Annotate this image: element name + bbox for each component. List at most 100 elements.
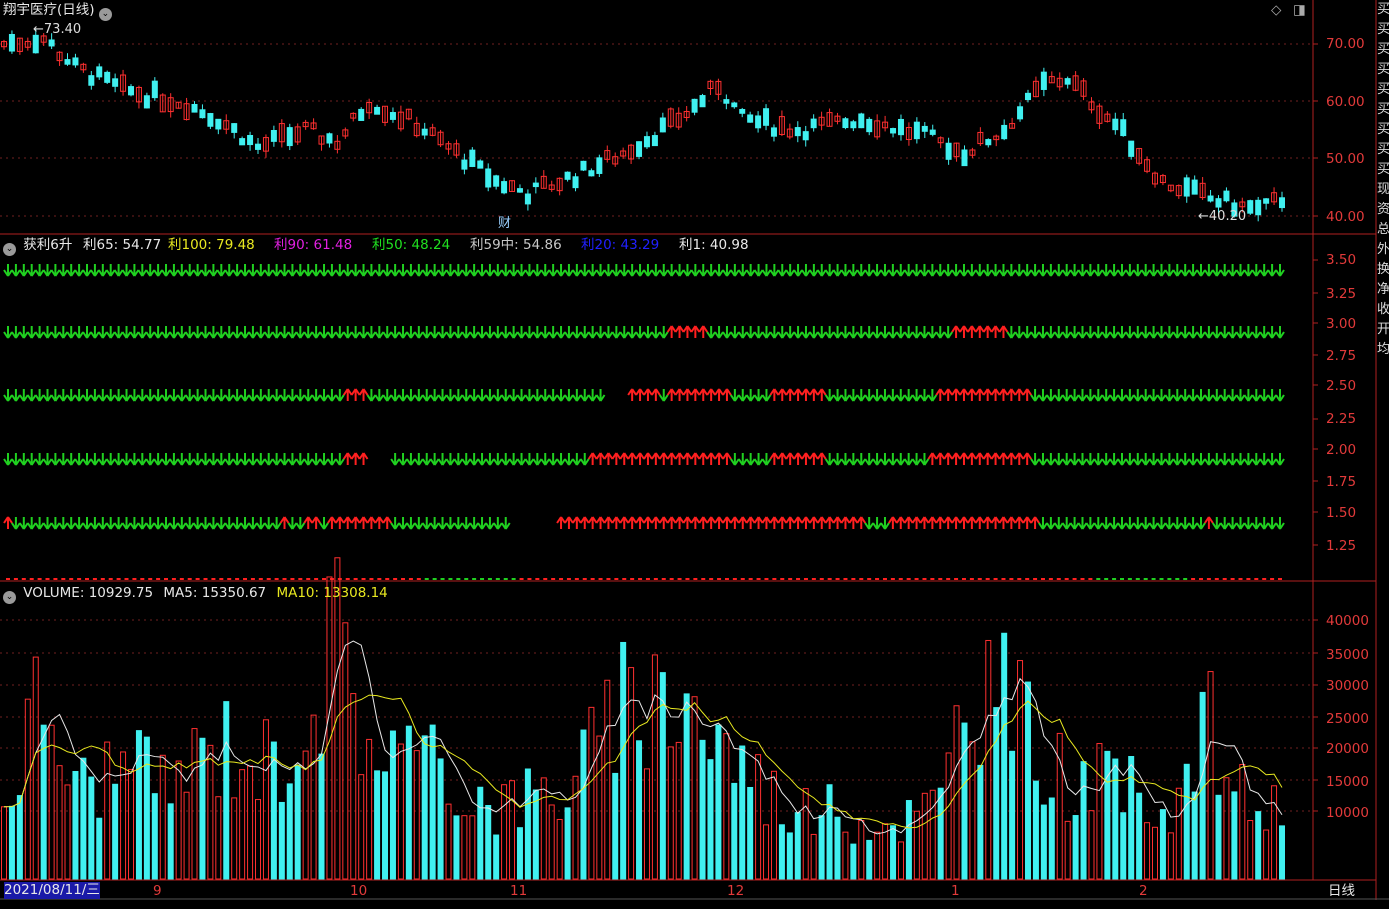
down-arrow xyxy=(824,264,835,277)
down-arrow xyxy=(1188,453,1198,466)
down-arrow xyxy=(730,453,740,466)
period-label[interactable]: 日线 xyxy=(1328,883,1355,899)
down-arrow xyxy=(11,517,21,530)
down-arrow xyxy=(97,389,108,402)
chevron-down-icon[interactable]: ⌄ xyxy=(3,591,16,604)
volume-bar xyxy=(890,825,897,880)
down-arrow xyxy=(785,326,795,339)
down-arrow xyxy=(1069,453,1080,466)
down-arrow xyxy=(1132,264,1143,277)
down-arrow xyxy=(1101,453,1112,466)
down-arrow xyxy=(548,326,558,339)
candle xyxy=(651,135,658,147)
down-arrow xyxy=(311,264,321,277)
up-arrow xyxy=(3,516,13,529)
month-label: 1 xyxy=(951,883,960,899)
volume-bar xyxy=(1024,681,1031,880)
down-arrow xyxy=(366,326,377,339)
candle xyxy=(802,131,809,141)
down-arrow xyxy=(90,264,100,277)
down-arrow xyxy=(880,389,890,402)
up-arrow xyxy=(951,325,961,338)
down-arrow xyxy=(279,389,290,402)
down-arrow xyxy=(888,326,898,339)
down-arrow xyxy=(319,326,329,339)
down-arrow xyxy=(445,326,456,339)
down-arrow xyxy=(832,453,843,466)
down-arrow xyxy=(208,389,219,402)
up-arrow xyxy=(824,516,835,529)
up-arrow xyxy=(643,388,653,401)
down-arrow xyxy=(398,389,408,402)
down-arrow xyxy=(90,326,100,339)
chevron-down-icon[interactable]: ⌄ xyxy=(98,8,112,21)
candle xyxy=(636,141,643,157)
down-arrow xyxy=(1125,517,1135,530)
up-arrow xyxy=(809,452,819,465)
down-arrow xyxy=(26,389,37,402)
side-info-strip[interactable]: 买买买买买买买买买现资总外换净收开均 xyxy=(1377,0,1389,909)
down-arrow xyxy=(1085,264,1096,277)
indicator-tick: 2.25 xyxy=(1326,411,1357,427)
down-arrow xyxy=(1148,326,1159,339)
volume-tick: 20000 xyxy=(1326,741,1369,757)
chart-canvas[interactable] xyxy=(0,0,1389,909)
volume-bar xyxy=(739,745,746,880)
down-arrow xyxy=(927,264,938,277)
down-arrow xyxy=(1204,453,1214,466)
volume-bar xyxy=(469,815,476,880)
down-arrow xyxy=(674,264,685,277)
down-arrow xyxy=(429,264,440,277)
down-arrow xyxy=(184,517,195,530)
down-arrow xyxy=(413,264,424,277)
candle xyxy=(755,115,762,129)
ma5-line xyxy=(3,640,1283,835)
volume-bar xyxy=(342,622,349,880)
down-arrow xyxy=(872,326,882,339)
down-arrow xyxy=(11,326,21,339)
down-arrow xyxy=(208,517,219,530)
volume-bar xyxy=(1017,660,1024,880)
down-arrow xyxy=(895,326,906,339)
window-toggle-icon[interactable]: ◨ xyxy=(1293,2,1306,18)
candle xyxy=(1128,140,1135,157)
indicator-header[interactable]: ⌄ 获利6升 xyxy=(3,237,72,256)
chevron-down-icon[interactable]: ⌄ xyxy=(3,243,16,256)
finance-badge[interactable]: 财 xyxy=(498,216,511,232)
down-arrow xyxy=(524,453,535,466)
down-arrow xyxy=(959,264,969,277)
indicator-value: 利20: 43.29 xyxy=(581,237,660,253)
down-arrow xyxy=(319,389,329,402)
down-arrow xyxy=(840,453,851,466)
down-arrow xyxy=(287,264,298,277)
down-arrow xyxy=(26,326,37,339)
down-arrow xyxy=(745,389,756,402)
volume-header[interactable]: ⌄ VOLUME: 10929.75 MA5: 15350.67 MA10: 1… xyxy=(3,585,388,604)
down-arrow xyxy=(42,264,53,277)
volume-bar xyxy=(874,831,881,880)
diamond-icon[interactable]: ◇ xyxy=(1271,2,1281,18)
down-arrow xyxy=(1259,326,1270,339)
down-arrow xyxy=(169,517,179,530)
current-date-box[interactable]: 2021/08/11/三 xyxy=(4,882,100,899)
down-arrow xyxy=(129,264,140,277)
down-arrow xyxy=(1188,264,1198,277)
stock-title[interactable]: 翔宇医疗(日线) ⌄ xyxy=(3,2,115,21)
down-arrow xyxy=(801,326,811,339)
down-arrow xyxy=(90,389,100,402)
down-arrow xyxy=(737,453,748,466)
volume-bar xyxy=(1215,794,1222,880)
volume-bar xyxy=(842,831,849,880)
down-arrow xyxy=(500,389,511,402)
down-arrow xyxy=(1243,264,1254,277)
down-arrow xyxy=(34,389,45,402)
candle xyxy=(1017,106,1024,120)
down-arrow xyxy=(42,389,53,402)
down-arrow xyxy=(1219,326,1230,339)
down-arrow xyxy=(730,326,740,339)
down-arrow xyxy=(1259,453,1270,466)
down-arrow xyxy=(200,517,211,530)
down-arrow xyxy=(769,326,780,339)
volume-bar xyxy=(786,832,793,880)
down-arrow xyxy=(461,517,472,530)
